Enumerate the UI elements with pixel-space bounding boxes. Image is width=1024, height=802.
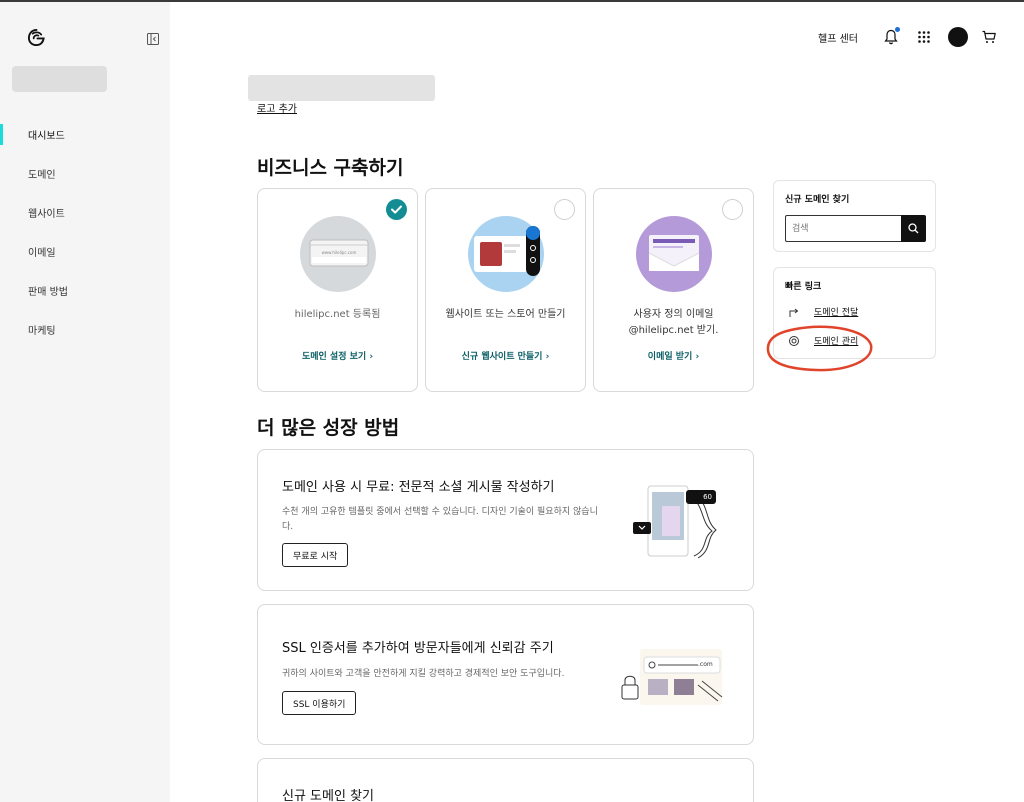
find-domain-title: 신규 도메인 찾기 xyxy=(785,195,850,205)
notifications-button[interactable] xyxy=(884,27,900,45)
likes-count: 60 xyxy=(703,493,712,501)
social-post-illustration xyxy=(633,485,717,559)
domain-illustration: www.hilelipc.com xyxy=(300,216,376,292)
quick-link-domain-management[interactable]: 도메인 관리 xyxy=(788,334,858,347)
sidebar-item-label: 도메인 xyxy=(28,170,56,181)
get-ssl-button[interactable]: SSL 이용하기 xyxy=(282,691,357,715)
sidebar-item-email[interactable]: 이메일 xyxy=(0,232,170,271)
cart-icon[interactable] xyxy=(982,30,996,44)
promo-subtitle: 수천 개의 고유한 템플릿 중에서 선택할 수 있습니다. 디자인 기술이 필요… xyxy=(282,507,598,532)
create-website-link[interactable]: 신규 웹사이트 만들기 › xyxy=(426,349,585,362)
envelope-icon xyxy=(648,235,700,271)
sidebar-item-label: 판매 방법 xyxy=(28,287,68,298)
completed-check xyxy=(386,199,407,220)
website-illustration xyxy=(468,216,544,292)
business-name-placeholder xyxy=(248,75,435,101)
sidebar: 대시보드 도메인 웹사이트 이메일 판매 방법 마케팅 xyxy=(0,2,170,802)
quick-link-label: 도메인 관리 xyxy=(814,337,859,347)
sidebar-item-domains[interactable]: 도메인 xyxy=(0,154,170,193)
domain-search-input[interactable] xyxy=(785,215,901,242)
sidebar-item-marketing[interactable]: 마케팅 xyxy=(0,310,170,349)
website-builder-icon xyxy=(474,226,540,276)
domain-registered-card[interactable]: www.hilelipc.com hilelipc.net 등록됨 도메인 설정… xyxy=(257,188,418,392)
promo-subtitle: 귀하의 사이트와 고객을 안전하게 지킬 강력하고 경제적인 보안 도구입니다. xyxy=(282,669,565,679)
quick-links-title: 빠른 링크 xyxy=(785,282,822,292)
help-center-link[interactable]: 헬프 센터 xyxy=(818,30,858,45)
website-card[interactable]: 웹사이트 또는 스토어 만들기 신규 웹사이트 만들기 › xyxy=(425,188,586,392)
avatar[interactable] xyxy=(948,27,968,47)
build-business-heading: 비즈니스 구축하기 xyxy=(257,157,404,179)
start-free-button[interactable]: 무료로 시작 xyxy=(282,543,349,567)
sidebar-item-label: 대시보드 xyxy=(28,131,65,142)
sidebar-item-label: 이메일 xyxy=(28,248,56,259)
social-post-promo: 도메인 사용 시 무료: 전문적 소셜 게시물 작성하기 수천 개의 고유한 템… xyxy=(257,449,754,591)
notification-dot xyxy=(895,27,900,32)
incomplete-check xyxy=(554,199,575,220)
domain-tag: .com xyxy=(698,661,713,668)
collapse-sidebar-icon[interactable] xyxy=(147,33,159,45)
find-domain-promo: 신규 도메인 찾기 xyxy=(257,758,754,802)
apps-grid-icon[interactable] xyxy=(918,31,930,43)
forward-arrow-icon xyxy=(789,308,799,317)
add-logo-link[interactable]: 로고 추가 xyxy=(257,100,297,115)
view-domain-settings-link[interactable]: 도메인 설정 보기 › xyxy=(258,349,417,362)
target-icon xyxy=(789,335,799,346)
account-name-placeholder xyxy=(12,66,107,92)
promo-title: 신규 도메인 찾기 xyxy=(282,789,374,802)
ssl-promo: SSL 인증서를 추가하여 방문자들에게 신뢰감 주기 귀하의 사이트와 고객을… xyxy=(257,604,754,745)
card-description: hilelipc.net 등록됨 xyxy=(294,309,381,320)
quick-link-domain-forwarding[interactable]: 도메인 전달 xyxy=(788,305,858,318)
sidebar-item-websites[interactable]: 웹사이트 xyxy=(0,193,170,232)
godaddy-logo-icon[interactable] xyxy=(27,28,46,47)
sidebar-nav: 대시보드 도메인 웹사이트 이메일 판매 방법 마케팅 xyxy=(0,115,170,349)
domain-search-button[interactable] xyxy=(901,215,926,242)
card-description: 웹사이트 또는 스토어 만들기 xyxy=(445,309,566,320)
get-email-link[interactable]: 이메일 받기 › xyxy=(594,349,753,362)
quick-link-label: 도메인 전달 xyxy=(814,308,859,318)
card-description: 사용자 정의 이메일 @hilelipc.net 받기. xyxy=(628,309,719,336)
incomplete-check xyxy=(722,199,743,220)
email-illustration xyxy=(636,216,712,292)
promo-title: SSL 인증서를 추가하여 방문자들에게 신뢰감 주기 xyxy=(282,641,554,656)
checkmark-icon xyxy=(391,205,402,214)
quick-links-card: 빠른 링크 도메인 전달 도메인 관리 xyxy=(773,267,936,359)
sidebar-item-selling[interactable]: 판매 방법 xyxy=(0,271,170,310)
mock-domain-text: www.hilelipc.com xyxy=(321,250,357,255)
header-actions: 헬프 센터 xyxy=(818,26,996,48)
sidebar-item-dashboard[interactable]: 대시보드 xyxy=(0,115,170,154)
ssl-illustration xyxy=(621,649,723,705)
email-card[interactable]: 사용자 정의 이메일 @hilelipc.net 받기. 이메일 받기 › xyxy=(593,188,754,392)
sidebar-item-label: 마케팅 xyxy=(28,326,56,337)
likes-badge: 60 xyxy=(686,490,716,504)
promo-title: 도메인 사용 시 무료: 전문적 소셜 게시물 작성하기 xyxy=(282,480,555,495)
sidebar-item-label: 웹사이트 xyxy=(28,209,65,220)
search-icon xyxy=(908,223,919,234)
find-domain-card: 신규 도메인 찾기 xyxy=(773,180,936,252)
more-growth-heading: 더 많은 성장 방법 xyxy=(257,417,400,439)
